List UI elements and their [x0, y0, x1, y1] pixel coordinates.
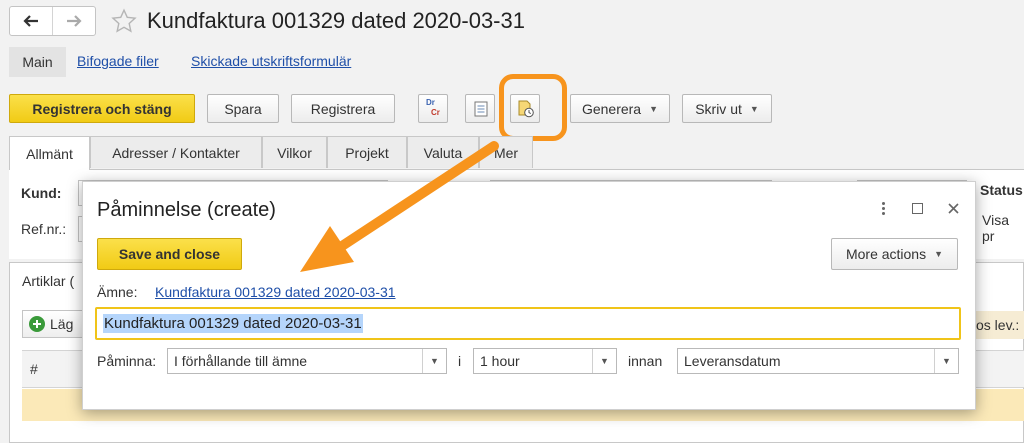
before-label: innan	[628, 353, 663, 369]
tab-currency[interactable]: Valuta	[407, 136, 479, 168]
print-button[interactable]: Skriv ut ▼	[682, 94, 772, 123]
reminder-dialog: Påminnelse (create) Save and close More …	[82, 181, 976, 410]
maximize-icon[interactable]	[912, 203, 923, 214]
post-and-close-button[interactable]: Registrera och stäng	[9, 94, 195, 123]
generate-button[interactable]: Generera ▼	[570, 94, 670, 123]
tab-more[interactable]: Mer	[479, 136, 533, 168]
i-label: i	[458, 353, 462, 369]
chevron-down-icon: ▼	[934, 249, 944, 259]
dr-cr-icon: Dr Cr	[426, 98, 440, 117]
chevron-down-icon: ▼	[649, 103, 659, 114]
section-tab-sent-forms[interactable]: Skickade utskriftsformulär	[191, 53, 351, 69]
more-vertical-icon[interactable]	[880, 200, 886, 217]
save-and-close-button[interactable]: Save and close	[97, 238, 242, 270]
close-icon[interactable]	[948, 203, 959, 214]
customer-label: Kund:	[21, 185, 62, 201]
status-value: Visa pr	[982, 212, 1009, 244]
document-icon	[474, 101, 488, 117]
dialog-title: Påminnelse (create)	[97, 199, 276, 221]
forward-button[interactable]	[53, 7, 95, 35]
subject-input[interactable]: Kundfaktura 001329 dated 2020-03-31	[95, 307, 961, 340]
post-button[interactable]: Registrera	[291, 94, 395, 123]
nav-buttons	[9, 6, 96, 36]
subject-link[interactable]: Kundfaktura 001329 dated 2020-03-31	[155, 284, 396, 300]
date-field-select[interactable]: Leveransdatum ▼	[677, 348, 959, 374]
status-label: Status	[980, 182, 1023, 198]
highlight-ring	[499, 74, 567, 141]
period-select[interactable]: 1 hour ▼	[473, 348, 617, 374]
arrow-left-icon	[23, 15, 38, 27]
remind-label: Påminna:	[97, 353, 157, 369]
ref-label: Ref.nr.:	[21, 221, 67, 237]
chevron-down-icon: ▼	[749, 103, 759, 114]
back-button[interactable]	[10, 7, 53, 35]
star-icon[interactable]	[111, 8, 137, 34]
column-number-header: #	[30, 361, 38, 377]
document-button[interactable]	[465, 94, 495, 123]
chevron-down-icon: ▼	[592, 349, 616, 373]
section-tab-main[interactable]: Main	[9, 47, 66, 77]
tab-project[interactable]: Projekt	[327, 136, 407, 168]
relation-select[interactable]: I förhållande till ämne ▼	[167, 348, 447, 374]
chevron-down-icon: ▼	[934, 349, 958, 373]
section-tab-attachments[interactable]: Bifogade filer	[77, 53, 159, 69]
tab-general[interactable]: Allmänt	[9, 136, 90, 170]
drcr-button[interactable]: Dr Cr	[418, 94, 448, 123]
chevron-down-icon: ▼	[422, 349, 446, 373]
plus-circle-icon	[29, 316, 45, 332]
arrow-right-icon	[67, 15, 82, 27]
more-actions-button[interactable]: More actions ▼	[831, 238, 958, 270]
tab-addresses[interactable]: Adresser / Kontakter	[90, 136, 262, 168]
save-button[interactable]: Spara	[207, 94, 279, 123]
tab-terms[interactable]: Vilkor	[262, 136, 327, 168]
items-tab[interactable]: Artiklar (	[22, 273, 74, 289]
supplier-col-header: os lev.:	[976, 311, 1024, 339]
page-title: Kundfaktura 001329 dated 2020-03-31	[147, 8, 525, 33]
subject-label: Ämne:	[97, 284, 138, 300]
